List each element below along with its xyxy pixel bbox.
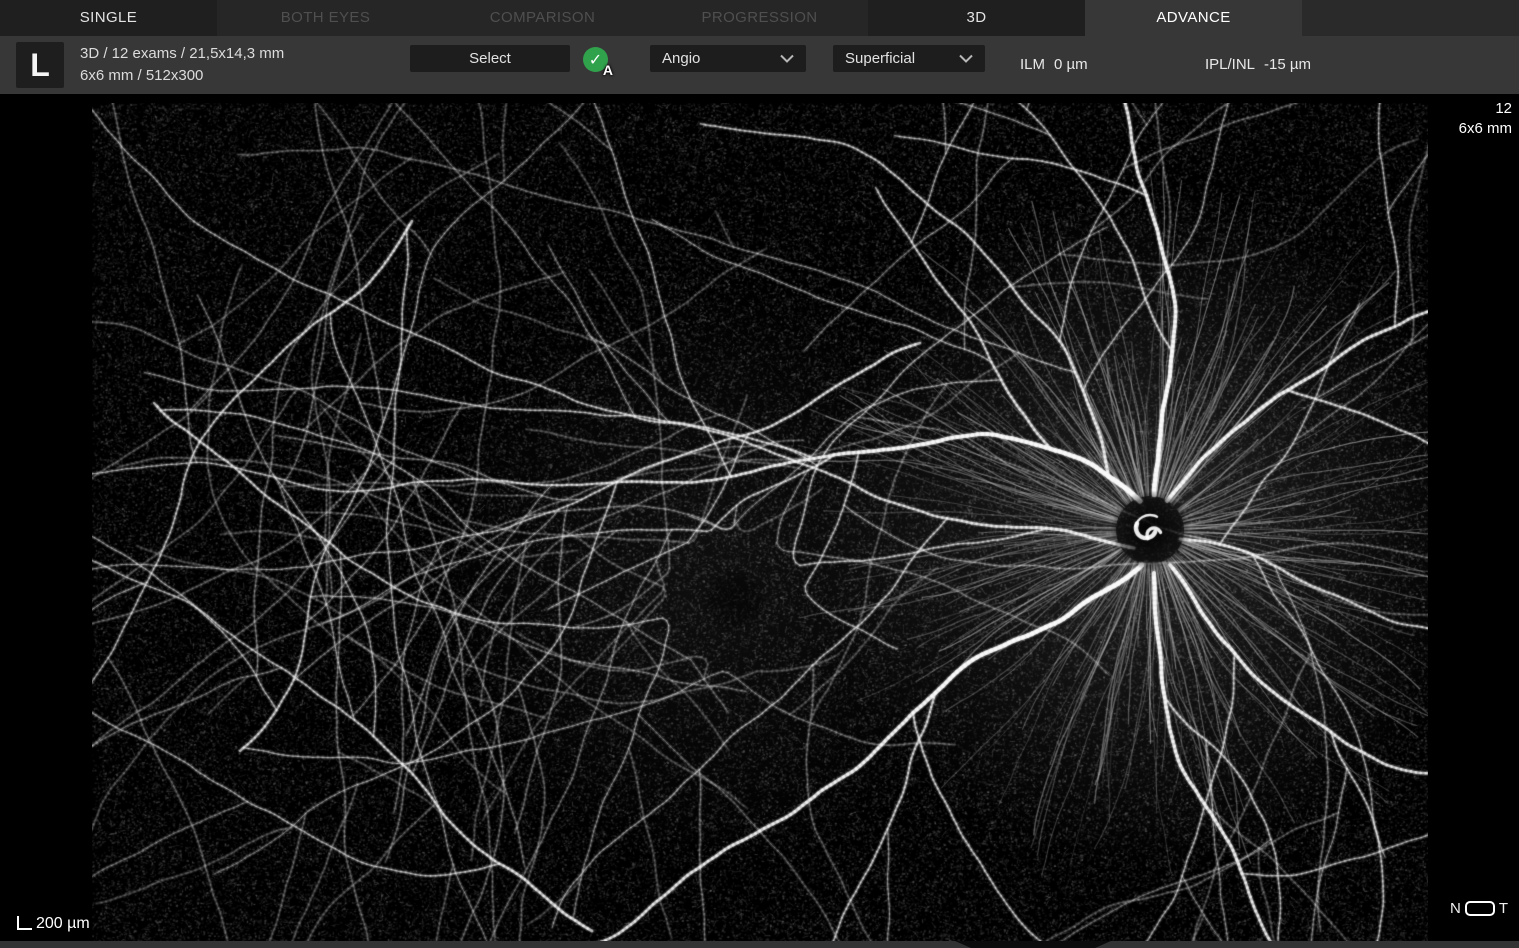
scale-bar-label: 200 µm [36,916,90,932]
ilm-value: 0 µm [1054,56,1088,73]
iplinl-label: IPL/INL [1205,56,1255,73]
tab-3d[interactable]: 3D [868,0,1085,36]
exam-info-line1: 3D / 12 exams / 21,5x14,3 mm [80,43,284,65]
scale-bar: 200 µm [17,914,90,930]
mode-dropdown[interactable]: Angio [650,45,806,72]
scan-size-label: 6x6 mm [1459,119,1512,139]
exam-overlay: 12 6x6 mm [1459,99,1512,139]
exam-info: 3D / 12 exams / 21,5x14,3 mm 6x6 mm / 51… [80,43,284,87]
tab-advance[interactable]: ADVANCE [1085,0,1302,36]
tab-comparison[interactable]: COMPARISON [434,0,651,36]
image-viewport: 12 6x6 mm 200 µm N T [0,94,1519,941]
layer-dropdown-value: Superficial [845,50,915,67]
orientation-toggle[interactable] [1465,901,1495,916]
auto-segmentation-check-icon[interactable]: ✓ A [583,47,610,74]
orientation-indicator: N T [1450,900,1508,917]
view-tabs: SINGLE BOTH EYES COMPARISON PROGRESSION … [0,0,1519,36]
auto-letter: A [603,62,613,78]
iplinl-offset: IPL/INL -15 µm [1205,56,1311,73]
scale-bar-mark [17,916,32,930]
layer-dropdown[interactable]: Superficial [833,45,985,72]
tab-both-eyes[interactable]: BOTH EYES [217,0,434,36]
orientation-temporal-label: T [1499,900,1508,917]
mode-dropdown-value: Angio [662,50,700,67]
ilm-label: ILM [1020,56,1045,73]
tabbar-filler [1302,0,1519,36]
drawer-handle-icon[interactable] [955,941,1111,948]
exam-number: 12 [1459,99,1512,119]
octa-enface-image[interactable] [92,103,1428,941]
tab-single[interactable]: SINGLE [0,0,217,36]
toolbar: L 3D / 12 exams / 21,5x14,3 mm 6x6 mm / … [0,36,1519,94]
ilm-offset: ILM 0 µm [1020,56,1088,73]
exam-info-line2: 6x6 mm / 512x300 [80,65,284,87]
chevron-down-icon [780,54,794,63]
laterality-badge: L [16,42,64,88]
chevron-down-icon [959,54,973,63]
select-button[interactable]: Select [410,45,570,72]
bottom-bar [0,941,1519,948]
orientation-nasal-label: N [1450,900,1461,917]
iplinl-value: -15 µm [1264,56,1311,73]
tab-progression[interactable]: PROGRESSION [651,0,868,36]
